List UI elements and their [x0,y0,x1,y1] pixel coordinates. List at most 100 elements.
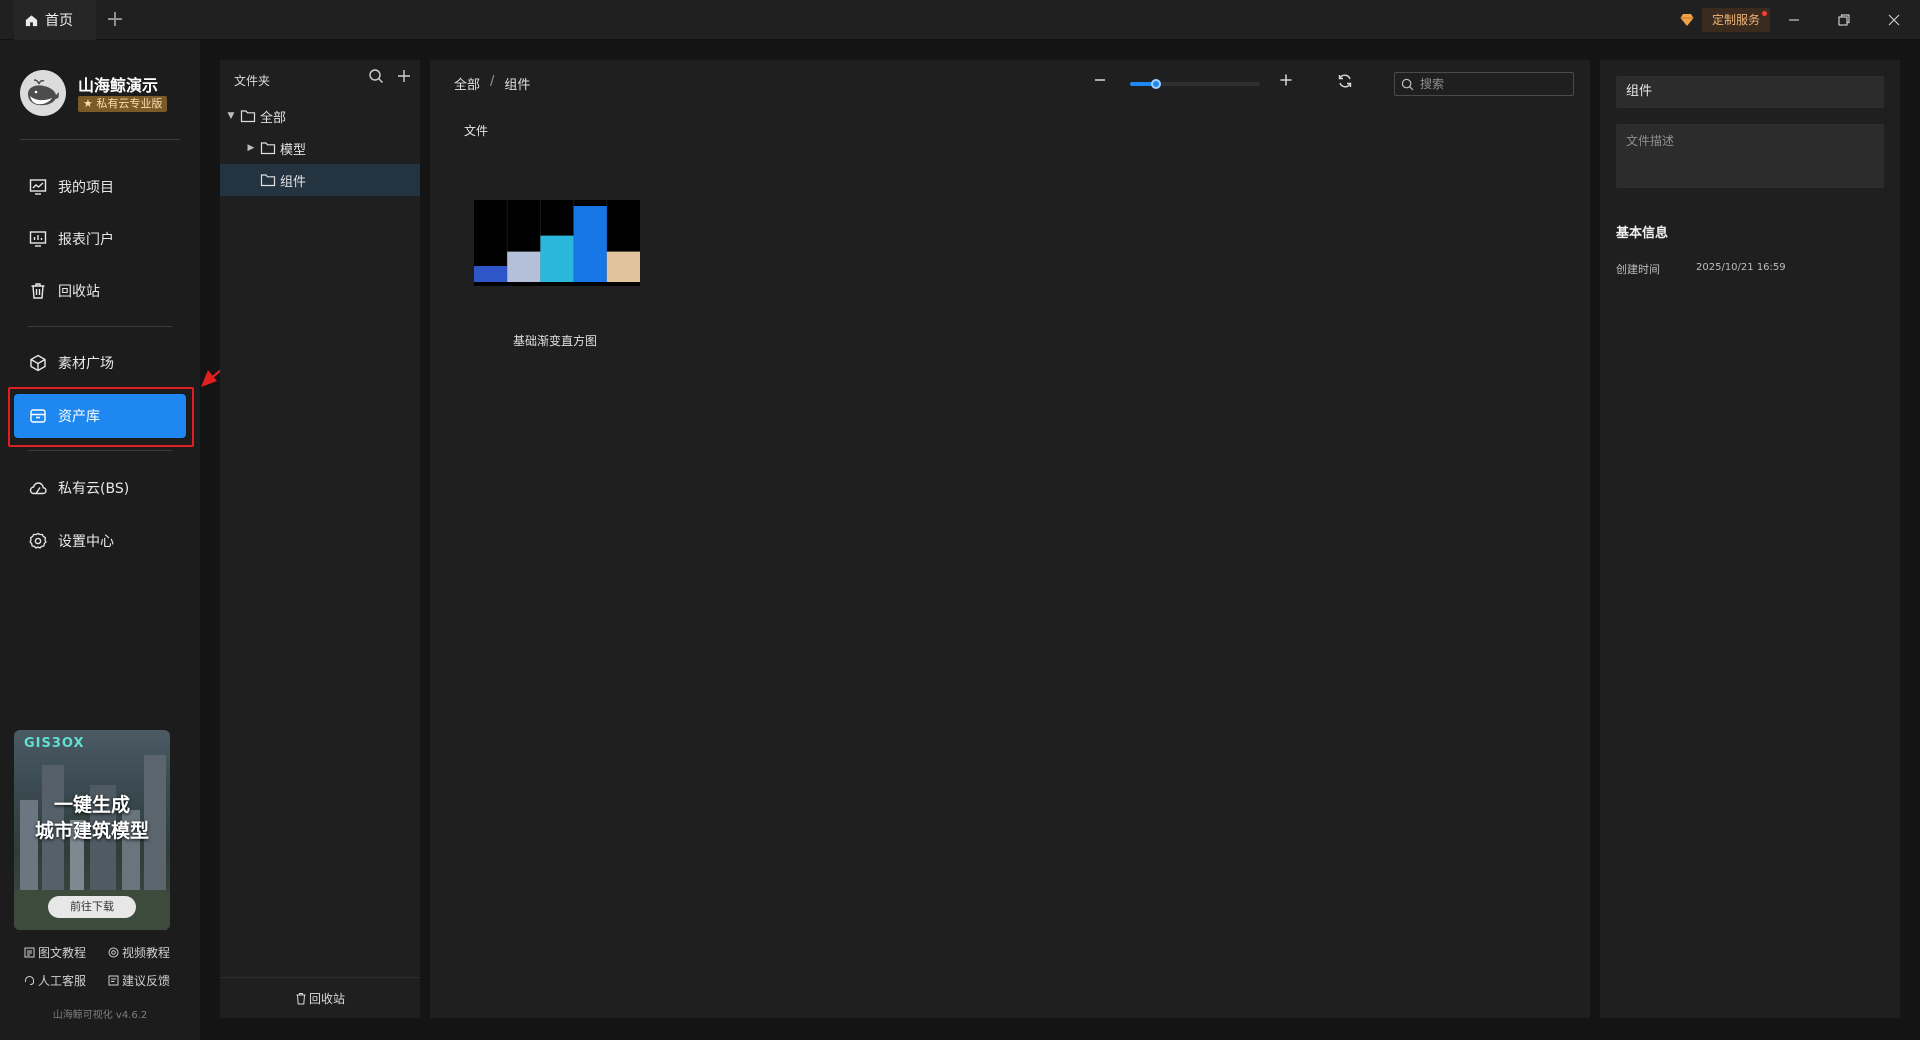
caret-right-icon[interactable]: ▶ [246,143,256,153]
promo-logo: GIS3OX [24,736,85,751]
promo-headline-1: 一键生成 [53,794,130,816]
search-icon[interactable] [368,68,384,84]
zoom-in-button[interactable] [1276,70,1296,90]
customer-service-link[interactable]: 人工客服 [24,972,86,989]
zoom-out-button[interactable] [1090,70,1110,90]
nav-my-projects[interactable]: 我的项目 [14,165,186,209]
nav-settings-center-label: 设置中心 [58,534,114,550]
custom-service-button[interactable]: 定制服务 [1680,8,1771,32]
promo-download-button[interactable]: 前往下载 [48,896,136,918]
divider [28,326,172,327]
cube-icon [30,354,46,372]
tree-item-components-label: 组件 [280,174,307,190]
tree-item-all-label: 全部 [260,110,287,126]
zoom-slider-thumb[interactable] [1151,79,1161,89]
search-box[interactable] [1394,72,1574,96]
add-tab-button[interactable]: + [104,9,126,31]
app-version: 山海鲸可视化 v4.6.2 [52,1010,148,1021]
refresh-icon[interactable] [1336,72,1354,90]
nav-recycle-bin-label: 回收站 [58,284,100,300]
breadcrumb-root[interactable]: 全部 [454,74,480,93]
nav-recycle-bin[interactable]: 回收站 [14,269,186,313]
minimize-button[interactable] [1782,8,1806,32]
whale-logo-icon [28,79,59,106]
avatar[interactable] [20,70,66,116]
chart-board-icon [29,179,47,195]
caret-down-icon[interactable]: ▼ [226,111,236,121]
edition-badge: ★ 私有云专业版 [78,96,168,112]
headset-icon [25,975,34,985]
custom-service-text: 定制服务 [1712,13,1761,27]
nav-report-portal[interactable]: 报表门户 [14,217,186,261]
brand: 山海鲸演示 ★ 私有云专业版 [20,70,190,120]
close-button[interactable] [1882,8,1906,32]
app-window: 首页 + 定制服务 山海鲸演示 ★ 私有云专业版 我的项目 报表门户 回收站 素… [0,0,1920,1040]
folder-panel-actions [368,68,412,84]
basic-info-title: 基本信息 [1616,226,1669,241]
customer-service-label: 人工客服 [38,974,87,988]
thumbnail-bar [474,266,508,282]
tree-item-models[interactable]: ▶ 模型 [220,132,420,164]
nav-material-square[interactable]: 素材广场 [14,341,186,385]
divider [28,450,172,451]
folder-icon [260,174,276,187]
search-input[interactable] [1420,77,1560,91]
feedback-link[interactable]: 建议反馈 [108,972,170,989]
feedback-label: 建议反馈 [122,974,171,988]
tab-home[interactable]: 首页 [14,0,96,40]
restore-button[interactable] [1832,8,1856,32]
folder-recycle-button[interactable]: 回收站 [220,977,420,1018]
zoom-slider[interactable] [1130,79,1260,89]
tree-item-components[interactable]: 组件 [220,164,420,196]
details-description-field[interactable]: 文件描述 [1616,124,1884,188]
breadcrumb-separator: / [490,74,495,89]
nav-private-cloud-label: 私有云(BS) [58,481,130,497]
nav-private-cloud[interactable]: 私有云(BS) [14,466,186,510]
breadcrumb-current: 组件 [504,78,531,93]
custom-service-label: 定制服务 [1702,8,1771,32]
files-section-title: 文件 [464,124,489,138]
nav-report-portal-label: 报表门户 [58,232,114,248]
document-icon [24,947,35,958]
graphic-tutorial-label: 图文教程 [38,946,87,960]
title-bar: 首页 + 定制服务 [0,0,1920,40]
graphic-tutorial-link[interactable]: 图文教程 [24,944,86,961]
created-time-label: 创建时间 [1616,263,1660,276]
nav-material-square-label: 素材广场 [58,356,114,372]
plus-icon [1280,74,1292,86]
folder-panel-title: 文件夹 [234,74,271,88]
promo-banner[interactable]: GIS3OX 一键生成 城市建筑模型 前往下载 [14,730,170,930]
tree-item-all[interactable]: ▼ 全部 [220,100,420,132]
file-card[interactable]: 基础渐变直方图 [466,184,644,348]
video-tutorial-link[interactable]: 视频教程 [108,944,170,961]
nav-settings-center[interactable]: 设置中心 [14,519,186,563]
restore-icon [1838,14,1850,26]
search-icon [1401,78,1414,90]
created-time-value: 2025/10/21 16:59 [1696,262,1786,273]
add-folder-icon[interactable] [396,68,412,84]
feedback-icon [108,975,119,986]
trash-icon [296,992,306,1004]
sidebar: 山海鲸演示 ★ 私有云专业版 我的项目 报表门户 回收站 素材广场 资产库 私有… [0,40,200,1040]
details-panel: 组件 文件描述 基本信息 创建时间 2025/10/21 16:59 [1600,60,1900,1018]
folder-icon [260,142,276,155]
play-circle-icon [108,947,119,958]
file-thumbnail [474,200,640,286]
gear-icon [29,532,47,549]
report-icon [29,231,47,247]
highlight-box [8,387,194,447]
tab-home-label: 首页 [45,13,73,29]
thumbnail-bar [507,251,541,282]
details-name-field[interactable]: 组件 [1616,76,1884,108]
folder-icon [240,110,256,123]
breadcrumb: 全部 / 组件 [454,74,530,93]
folder-recycle-label: 回收站 [308,991,345,1006]
thumbnail-bar [573,206,607,282]
close-icon [1888,14,1900,26]
home-icon [25,14,38,26]
brand-name: 山海鲸演示 [78,76,159,95]
video-tutorial-label: 视频教程 [122,946,171,960]
cloud-icon [29,482,47,495]
notification-dot [1762,11,1768,16]
thumbnail-bar [540,235,574,282]
